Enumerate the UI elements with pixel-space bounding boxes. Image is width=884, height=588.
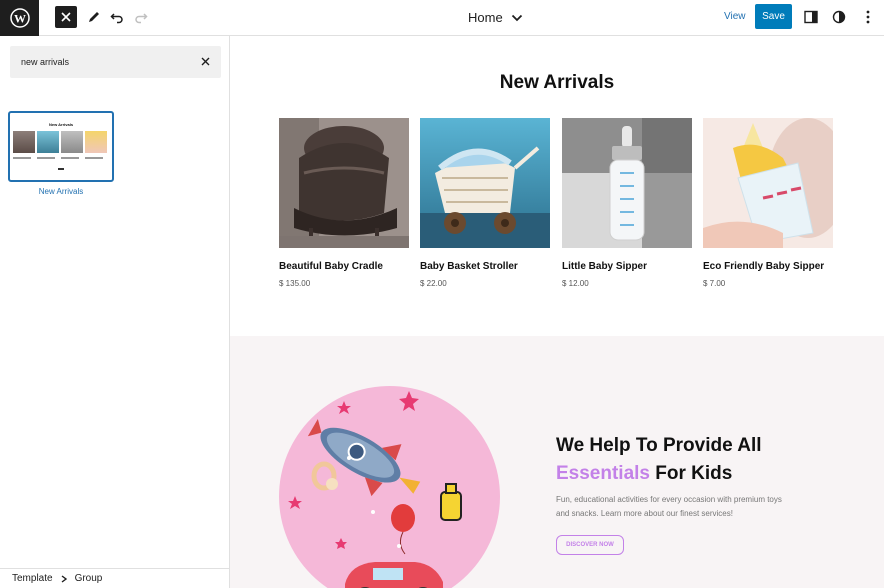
pattern-search (10, 46, 221, 78)
pattern-thumb-dot (58, 168, 64, 170)
breadcrumb-group[interactable]: Group (75, 573, 103, 584)
more-vertical-icon (866, 10, 870, 24)
help-heading-line2: Essentials For Kids (556, 460, 762, 488)
pattern-preview-new-arrivals[interactable]: New Arrivals (8, 111, 114, 182)
chevron-down-icon (511, 14, 522, 21)
tools-button[interactable] (86, 5, 102, 29)
product-card[interactable]: Little Baby Sipper $ 12.00 (562, 118, 692, 288)
pencil-icon (89, 12, 99, 22)
help-heading-line1: We Help To Provide All (556, 435, 762, 456)
wordpress-icon: W (9, 8, 30, 28)
settings-sidebar-toggle[interactable] (803, 5, 819, 29)
product-image-sipper (562, 118, 692, 248)
balloon-icon (391, 504, 415, 555)
document-title-dropdown[interactable]: Home (468, 10, 523, 25)
product-image-stroller (420, 118, 550, 248)
pattern-thumb-image (85, 131, 107, 153)
chevron-right-icon (61, 574, 67, 583)
product-card[interactable]: Baby Basket Stroller $ 22.00 (420, 118, 550, 288)
pattern-thumb-line (37, 157, 55, 159)
product-price: $ 7.00 (703, 279, 726, 288)
help-heading-rest: For Kids (650, 463, 733, 484)
product-image-cradle (279, 118, 409, 248)
pattern-thumb-title: New Arrivals (48, 122, 74, 127)
product-name[interactable]: Eco Friendly Baby Sipper (703, 261, 833, 272)
kids-toys-illustration (279, 386, 500, 588)
product-name[interactable]: Little Baby Sipper (562, 261, 692, 272)
pattern-thumb-line (61, 157, 79, 159)
redo-button[interactable] (133, 5, 149, 29)
product-name[interactable]: Beautiful Baby Cradle (279, 261, 409, 272)
pattern-label[interactable]: New Arrivals (8, 187, 114, 196)
wordpress-logo-button[interactable]: W (0, 0, 39, 36)
pattern-inserter-sidebar: New Arrivals New Arrivals Template Group (0, 36, 230, 588)
search-input[interactable] (21, 57, 201, 67)
product-price: $ 22.00 (420, 279, 447, 288)
clear-search-icon[interactable] (201, 55, 210, 69)
discover-now-button[interactable]: DISCOVER NOW (556, 535, 624, 555)
baby-bottle-icon (440, 483, 462, 521)
help-heading-accent: Essentials (556, 463, 650, 484)
block-breadcrumb: Template Group (0, 568, 230, 588)
editor-topbar: W Home View Save (0, 0, 884, 36)
help-description: Fun, educational activities for every oc… (556, 495, 782, 518)
redo-icon (135, 13, 148, 24)
view-link[interactable]: View (724, 11, 746, 22)
pattern-thumb-line (85, 157, 103, 159)
toy-car-icon (345, 562, 443, 588)
pacifier-icon (311, 461, 338, 491)
svg-text:W: W (14, 12, 26, 26)
options-menu-button[interactable] (862, 5, 874, 29)
pattern-thumb-image (37, 131, 59, 153)
product-card[interactable]: Eco Friendly Baby Sipper $ 7.00 (703, 118, 833, 288)
product-name[interactable]: Baby Basket Stroller (420, 261, 550, 272)
product-card[interactable]: Beautiful Baby Cradle $ 135.00 (279, 118, 409, 288)
help-heading: We Help To Provide All Essentials For Ki… (556, 432, 762, 488)
pattern-thumb-line (13, 157, 31, 159)
document-title: Home (468, 10, 503, 25)
close-inserter-button[interactable] (55, 6, 77, 28)
rocket-icon (307, 418, 421, 497)
product-price: $ 135.00 (279, 279, 311, 288)
close-icon (61, 12, 71, 22)
product-price: $ 12.00 (562, 279, 589, 288)
new-arrivals-section: New Arrivals Beautiful Baby Cradle $ 135… (230, 36, 884, 336)
save-button[interactable]: Save (755, 4, 792, 29)
editor-canvas: New Arrivals Beautiful Baby Cradle $ 135… (230, 36, 884, 588)
half-circle-icon (832, 10, 846, 24)
help-section: We Help To Provide All Essentials For Ki… (230, 336, 884, 588)
undo-button[interactable] (109, 5, 125, 29)
product-image-eco-sipper (703, 118, 833, 248)
pattern-thumb-image (61, 131, 83, 153)
pattern-thumb-image (13, 131, 35, 153)
new-arrivals-heading: New Arrivals (499, 72, 615, 93)
breadcrumb-template[interactable]: Template (12, 573, 53, 584)
sidebar-panel-icon (804, 10, 818, 24)
styles-button[interactable] (831, 5, 847, 29)
undo-icon (110, 13, 123, 24)
